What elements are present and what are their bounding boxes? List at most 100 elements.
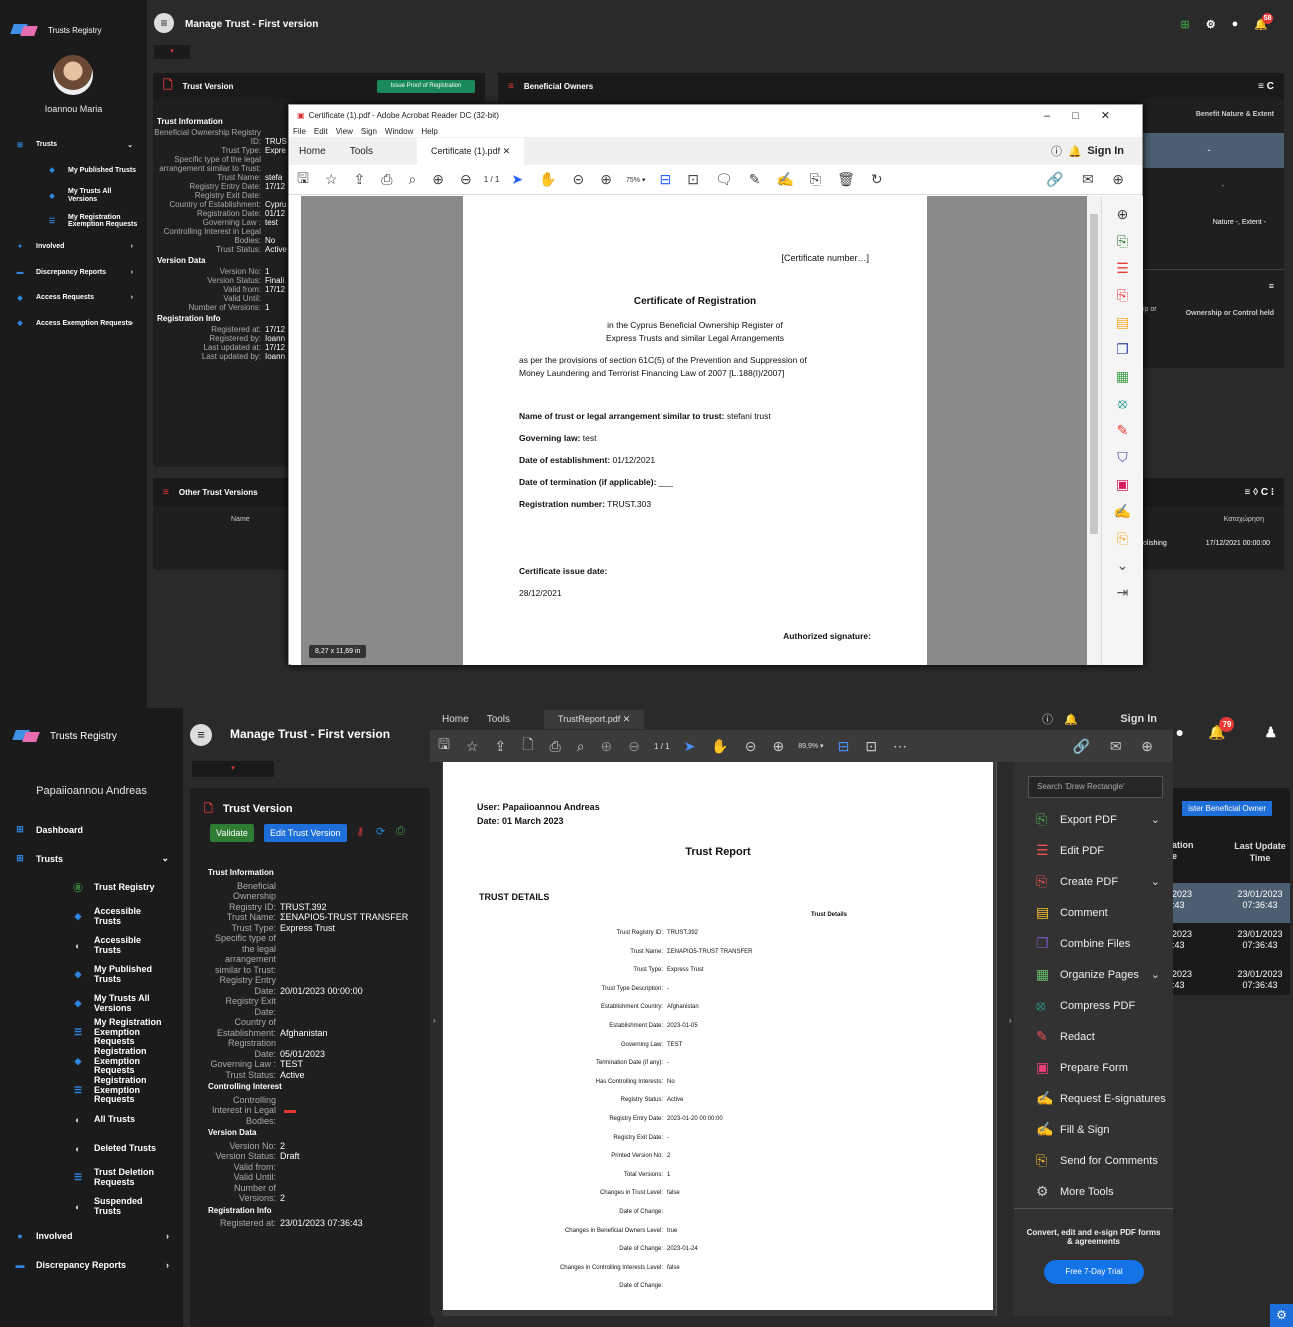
sidebar-item[interactable]: ◐ All Trusts [0,1105,183,1134]
keys-icon[interactable]: ⚷ [356,825,364,838]
chevron-down-icon[interactable]: ⌄ [1151,968,1160,981]
vertical-scrollbar[interactable] [1087,196,1101,665]
print-icon[interactable]: ⎙ [381,171,392,188]
page-indicator[interactable]: 1 / 1 [484,175,500,184]
protect-icon[interactable]: ⛉ [1117,449,1128,476]
print-icon[interactable]: ⎙ [396,825,405,838]
tab-tools[interactable]: Tools [350,146,373,157]
tab-tools[interactable]: Tools [487,714,510,725]
print-icon[interactable]: ⎙ [550,738,561,755]
tool-form[interactable]: ▣ Prepare Form [1028,1052,1168,1083]
account-search-icon[interactable]: ⊕ [1141,738,1153,755]
search-icon[interactable]: ⌕ [577,738,585,755]
more-tools-icon[interactable]: ⌄ [1117,557,1129,584]
mail-icon[interactable]: ✉ [1110,738,1122,755]
star-icon[interactable]: ☆ [325,171,338,188]
version-dropdown[interactable]: ▾ [154,45,190,59]
collapse-rail-icon[interactable]: ⇥ [1117,584,1129,611]
settings-icon[interactable]: ⚙ [1270,1304,1293,1327]
window-controls[interactable]: –□✕ [1044,109,1132,122]
sidebar-item[interactable]: ◆ Access Requests › [0,285,147,311]
menu-item[interactable]: Edit [314,127,328,136]
zoom-out-icon[interactable]: ⊝ [573,171,585,188]
export-pdf-icon[interactable]: ⎘ [1117,233,1128,260]
form-icon[interactable]: ▣ [1116,476,1129,503]
sidebar-item[interactable]: Ⓡ Trust Registry [0,873,183,902]
sidebar-item[interactable]: ▬ Discrepancy Reports › [0,1250,183,1279]
user-menu-icon[interactable]: ♟ [1264,724,1277,742]
delete-icon[interactable]: 🗑 [837,171,855,188]
sidebar-item[interactable]: ◆ Registration Exemption Requests [0,1047,183,1076]
tool-redact[interactable]: ✎ Redact [1028,1021,1168,1052]
page-indicator[interactable]: 1 / 1 [654,742,670,751]
version-dropdown[interactable]: ▾ [192,761,274,777]
fillsign-icon[interactable]: ✍ [1114,503,1131,530]
upload-icon[interactable]: ⇪ [354,171,366,188]
sidebar-item[interactable]: ⊞ Trusts ⌄ [0,844,183,873]
sidebar-item[interactable]: ⊞ Dashboard [0,815,183,844]
account-search-icon[interactable]: ⊕ [1112,171,1124,188]
combine-icon[interactable]: ❐ [1116,341,1129,368]
sidebar-item[interactable]: ◆ Accessible Trusts [0,902,183,931]
sidebar-item[interactable]: ☰ Registration Exemption Requests [0,1076,183,1105]
send-icon[interactable]: ⎘ [1117,530,1128,557]
tab-document[interactable]: Certificate (1).pdf ✕ [417,137,525,165]
tool-esign[interactable]: ✍ Request E-signatures [1028,1083,1168,1114]
help-icon[interactable]: ⓘ [1051,143,1062,159]
hand-icon[interactable]: ✋ [539,171,556,188]
page-up-icon[interactable]: ⊕ [432,171,444,188]
sidebar-item[interactable]: ◐ Deleted Trusts [0,1134,183,1163]
sign-in-link[interactable]: Sign In [1120,713,1157,725]
sidebar-item[interactable]: ◆ Access Exemption Requests › [0,311,147,337]
grid-apps-icon[interactable]: ⊞ [1181,18,1190,32]
menu-toggle-icon[interactable]: ≡ [154,13,174,33]
tool-comment[interactable]: ▤ Comment [1028,897,1168,928]
table-row[interactable]: 2023:43 23/01/2023 07:36:43 [1160,963,1290,1003]
more-icon[interactable]: ⋯ [893,738,907,755]
sidebar-item[interactable]: ● Involved › [0,1221,183,1250]
filter-refresh-icons[interactable]: ≡ C [1258,81,1274,92]
sidebar-item[interactable]: ◆ My Published Trusts [0,158,147,184]
settings-icon[interactable]: ⚙ [1206,18,1216,32]
sidebar-item[interactable]: ☰ My Registration Exemption Requests [0,209,147,235]
bell-icon[interactable]: 🔔 [1068,145,1082,158]
hand-icon[interactable]: ✋ [711,738,728,755]
tool-create-pdf[interactable]: ⎘ Create PDF ⌄ [1028,866,1168,897]
tool-fillsign[interactable]: ✍ Fill & Sign [1028,1114,1168,1145]
table-row[interactable]: 2023:43 23/01/2023 07:36:43 [1160,883,1290,923]
sidebar-item[interactable]: ◆ My Trusts All Versions [0,989,183,1018]
stamp-icon[interactable]: ⎘ [810,171,821,188]
link-icon[interactable]: 🔗 [1073,738,1090,755]
zoom-icon[interactable]: ⊕ [1117,206,1129,233]
sidebar-item[interactable]: ● Involved › [0,234,147,260]
brand[interactable]: Trusts Registry [10,22,102,38]
left-panel-toggle[interactable]: › [430,762,442,1316]
filter-icon[interactable]: ≡ [1269,281,1274,291]
search-icon[interactable]: ⌕ [408,171,416,188]
zoom-in-icon[interactable]: ⊕ [600,171,612,188]
tools-search-input[interactable]: Search 'Draw Rectangle' [1028,776,1163,798]
pen-icon[interactable]: ✎ [749,171,761,188]
sync-icon[interactable]: ⟳ [376,825,385,838]
sidebar-item[interactable]: ☰ My Registration Exemption Requests [0,1018,183,1047]
zoom-in-icon[interactable]: ⊕ [773,738,785,755]
sidebar-item[interactable]: ☰ Trust Deletion Requests [0,1163,183,1192]
fit-page-icon[interactable]: ⊟ [838,738,850,755]
tool-edit-pdf[interactable]: ☰ Edit PDF [1028,835,1168,866]
sign-icon[interactable]: ✍ [776,171,793,188]
sign-in-link[interactable]: Sign In [1087,145,1124,157]
sidebar-item[interactable]: ◐ Suspended Trusts [0,1192,183,1221]
tool-compress[interactable]: ⦻ Compress PDF [1028,990,1168,1021]
zoom-dropdown[interactable]: 75% ▾ [626,176,645,184]
register-beneficial-owner-button[interactable]: ister Beneficial Owner [1182,801,1272,816]
save-icon[interactable]: 🖫 [297,168,309,192]
sidebar-item[interactable]: ◆ My Published Trusts [0,960,183,989]
table-row[interactable]: 2023:43 23/01/2023 07:36:43 [1160,923,1290,963]
bell-icon[interactable]: 🔔 [1064,713,1078,726]
brand[interactable]: Trusts Registry [12,728,117,744]
create-pdf-icon[interactable]: ⎘ [1117,287,1128,314]
tool-more-tools[interactable]: ⚙ More Tools [1028,1176,1168,1207]
menu-item[interactable]: Window [385,127,413,136]
link-icon[interactable]: 🔗 [1046,171,1063,188]
compress-icon[interactable]: ⦻ [1118,395,1127,422]
